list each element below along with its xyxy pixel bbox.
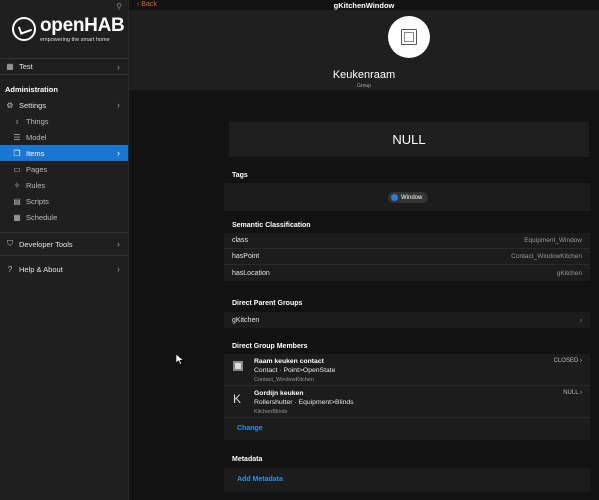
semantic-key: hasPoint [232, 253, 260, 260]
sidebar-item-schedule[interactable]: ▦ Schedule [0, 209, 128, 225]
wand-icon: ✧ [13, 180, 21, 190]
section-header-administration: Administration [5, 84, 58, 94]
shield-icon: ⛉ [7, 239, 13, 248]
gear-icon: ⚙ [6, 100, 14, 110]
member-semantics: Rollershutter · Equipment>Blinds [254, 399, 354, 406]
chevron-right-icon: › [117, 239, 120, 249]
item-type: Group [357, 83, 371, 89]
member-row[interactable]: Raam keuken contact Contact · Point>Open… [224, 354, 590, 386]
blinds-icon: K [233, 392, 242, 406]
monitor-icon: ▭ [13, 164, 21, 174]
chevron-right-icon: › [117, 148, 120, 158]
sidebar-item-rules[interactable]: ✧ Rules [0, 177, 128, 193]
semantic-value: Equipment_Window [524, 237, 582, 244]
tags-title: Tags [232, 172, 248, 179]
sidebar: openHAB empowering the smart home ⚲ ▦ Te… [0, 0, 129, 500]
sidebar-item-things[interactable]: ♁ Things [0, 113, 128, 129]
member-semantics: Contact · Point>OpenState [254, 367, 336, 374]
sidebar-item-label: Items [26, 148, 45, 158]
chevron-right-icon: › [117, 264, 120, 274]
semantic-value: Contact_WindowKitchen [511, 253, 582, 260]
pin-icon[interactable]: ⚲ [116, 2, 122, 11]
tag-chip[interactable]: Window [388, 192, 429, 203]
parents-title: Direct Parent Groups [232, 300, 303, 307]
sidebar-item-model[interactable]: ☰ Model [0, 129, 128, 145]
divider [0, 255, 128, 256]
mouse-cursor-icon [176, 354, 184, 365]
sidebar-item-developer-tools[interactable]: ⛉ Developer Tools › [0, 236, 128, 252]
chevron-right-icon: › [579, 316, 582, 324]
members-footer [224, 418, 590, 440]
member-name: Raam keuken contact [254, 358, 324, 365]
sidebar-item-label: Pages [26, 164, 48, 174]
parents-list: gKitchen › [224, 312, 590, 328]
openhab-logo-icon [12, 17, 36, 41]
calendar-icon: ▦ [13, 212, 21, 222]
semantic-row-haspoint: hasPoint Contact_WindowKitchen [224, 249, 590, 265]
parent-group-row[interactable]: gKitchen › [224, 312, 590, 328]
sidebar-item-help[interactable]: ? Help & About › [0, 261, 128, 277]
page-title: gKitchenWindow [333, 1, 395, 10]
tag-icon [391, 194, 398, 201]
member-name: Gordijn keuken [254, 390, 304, 397]
sidebar-item-label: Rules [26, 180, 46, 190]
chevron-right-icon: › [117, 100, 120, 110]
member-id: KitchenBlinds [254, 409, 288, 415]
help-icon: ? [7, 264, 13, 274]
member-id: Contact_WindowKitchen [254, 377, 314, 383]
metadata-title: Metadata [232, 456, 263, 463]
tag-label: Window [401, 194, 423, 201]
item-state: NULL [229, 122, 589, 157]
sidebar-item-label: Schedule [26, 212, 58, 222]
semantic-value: gKitchen [556, 269, 582, 277]
member-row[interactable]: K Gordijn keuken Rollershutter · Equipme… [224, 386, 590, 418]
logo-tagline: empowering the smart home [40, 36, 110, 43]
sidebar-item-test[interactable]: ▦ Test › [0, 59, 128, 74]
semantic-row-haslocation: hasLocation gKitchen [224, 265, 590, 281]
sidebar-item-label: Help & About [19, 264, 63, 274]
sidebar-item-scripts[interactable]: ▤ Scripts [0, 193, 128, 209]
sidebar-item-label: Model [26, 132, 47, 142]
member-state: CLOSED › [553, 358, 582, 364]
sidebar-item-settings[interactable]: ⚙ Settings › [0, 97, 128, 113]
sidebar-item-label: Test [19, 62, 33, 71]
contact-icon [233, 361, 243, 371]
logo[interactable]: openHAB empowering the smart home ⚲ [0, 0, 128, 58]
member-state: NULL › [563, 390, 582, 396]
logo-name: openHAB [40, 14, 125, 36]
window-icon [401, 29, 417, 45]
parent-group-name: gKitchen [232, 316, 260, 324]
items-icon: ❐ [13, 148, 21, 158]
semantic-key: class [232, 237, 248, 244]
change-members-button[interactable]: Change [237, 425, 263, 432]
semantic-list: class Equipment_Window hasPoint Contact_… [224, 233, 590, 281]
semantic-key: hasLocation [232, 269, 270, 277]
item-header: Keukenraam Group [129, 10, 599, 90]
list-icon: ☰ [13, 132, 21, 142]
divider [0, 232, 128, 233]
members-title: Direct Group Members [232, 343, 308, 350]
item-label: Keukenraam [332, 69, 396, 81]
navbar: ‹ Back gKitchenWindow [129, 0, 599, 10]
add-metadata-button[interactable]: Add Metadata [237, 476, 283, 483]
sidebar-item-items[interactable]: ❐ Items › [0, 145, 128, 161]
sidebar-item-pages[interactable]: ▭ Pages [0, 161, 128, 177]
divider [0, 74, 128, 75]
sidebar-item-label: Settings [19, 100, 47, 110]
sidebar-item-label: Scripts [26, 196, 49, 206]
sidebar-item-label: Things [26, 116, 49, 126]
grid-icon: ▦ [6, 62, 14, 71]
sidebar-item-label: Developer Tools [19, 239, 73, 249]
semantic-row-class: class Equipment_Window [224, 233, 590, 249]
semantic-title: Semantic Classification [232, 222, 311, 229]
item-icon [388, 16, 430, 58]
chevron-right-icon: › [117, 62, 120, 72]
script-icon: ▤ [13, 196, 21, 206]
lightbulb-icon: ♁ [14, 116, 20, 126]
